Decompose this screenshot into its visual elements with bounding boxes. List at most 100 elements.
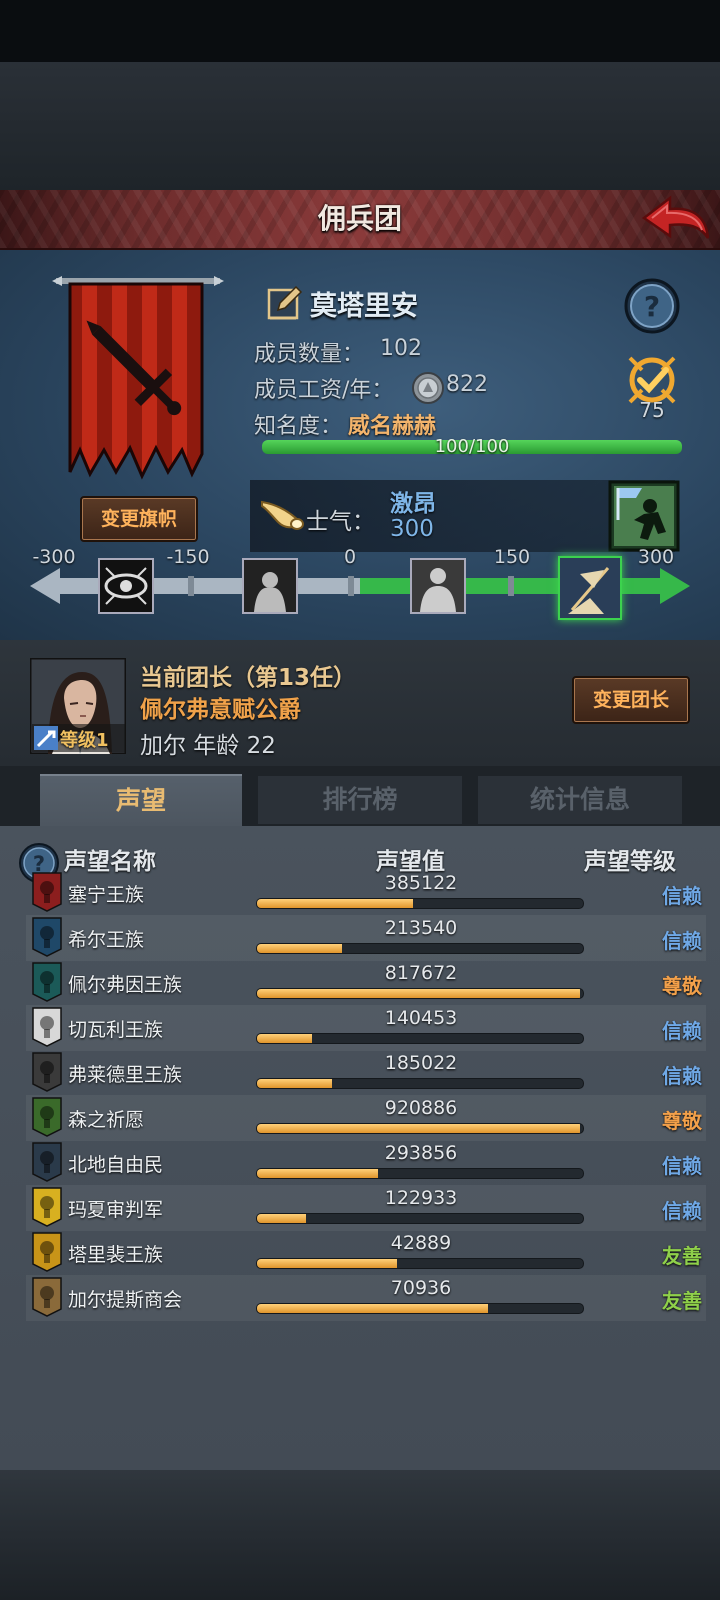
horn-icon xyxy=(260,492,304,532)
morale-tick-0: 0 xyxy=(343,546,357,568)
faction-renown-bar xyxy=(256,1303,584,1314)
faction-renown-bar-fill xyxy=(257,944,342,953)
morale-tick-neg150: -150 xyxy=(166,546,210,568)
faction-emblem-icon xyxy=(32,962,62,1002)
leader-level-badge: 等级1 xyxy=(32,724,126,752)
question-icon: ? xyxy=(624,278,680,334)
morale-level-steady-icon[interactable] xyxy=(410,558,466,614)
member-count-label: 成员数量： xyxy=(254,342,365,367)
leader-name-age: 加尔 年龄 22 xyxy=(140,733,276,759)
back-arrow-icon xyxy=(641,195,710,239)
silver-coin-icon xyxy=(412,372,444,404)
faction-renown-bar-fill xyxy=(257,1304,489,1313)
faction-renown-level: 信赖 xyxy=(662,1199,702,1223)
tab-renown[interactable]: 声望 xyxy=(40,774,242,830)
faction-row[interactable]: 森之祈愿 920886 尊敬 xyxy=(26,1095,706,1141)
tab-ranking[interactable]: 排行榜 xyxy=(258,776,462,824)
faction-row[interactable]: 希尔王族 213540 信赖 xyxy=(26,915,706,961)
faction-renown-value: 70936 xyxy=(390,1277,452,1299)
faction-renown-bar xyxy=(256,1078,584,1089)
faction-emblem-icon xyxy=(32,1007,62,1047)
back-button[interactable] xyxy=(640,194,712,244)
faction-renown-bar xyxy=(256,1123,584,1134)
morale-level-afraid-icon[interactable] xyxy=(242,558,298,614)
faction-renown-value: 185022 xyxy=(384,1052,458,1074)
faction-emblem-icon xyxy=(32,1187,62,1227)
faction-name: 塔里裴王族 xyxy=(68,1244,164,1266)
achievement-badge-value: 75 xyxy=(639,398,665,422)
faction-emblem-icon xyxy=(32,1097,62,1137)
faction-name: 森之祈愿 xyxy=(68,1109,145,1131)
faction-renown-level: 信赖 xyxy=(662,1154,702,1178)
faction-renown-level: 尊敬 xyxy=(662,1109,702,1133)
faction-renown-level: 信赖 xyxy=(662,884,702,908)
morale-value: 300 xyxy=(390,516,434,542)
faction-renown-value: 213540 xyxy=(384,917,458,939)
faction-emblem-icon xyxy=(32,1277,62,1317)
change-leader-button[interactable]: 变更团长 xyxy=(572,676,690,724)
salary-label: 成员工资/年： xyxy=(254,378,394,403)
page-title: 佣兵团 xyxy=(317,202,402,235)
faction-name: 北地自由民 xyxy=(68,1154,164,1176)
faction-name: 塞宁王族 xyxy=(68,884,145,906)
faction-row[interactable]: 玛夏审判军 122933 信赖 xyxy=(26,1185,706,1231)
faction-renown-bar-fill xyxy=(257,1169,378,1178)
faction-renown-bar-fill xyxy=(257,1034,313,1043)
faction-renown-level: 友善 xyxy=(662,1289,702,1313)
pencil-icon xyxy=(267,285,303,320)
faction-row[interactable]: 塞宁王族 385122 信赖 xyxy=(26,870,706,916)
faction-renown-bar xyxy=(256,1213,584,1224)
morale-level-inspired-icon[interactable] xyxy=(558,556,622,620)
morale-state: 激昂 xyxy=(390,491,436,517)
faction-row[interactable]: 弗莱德里王族 185022 信赖 xyxy=(26,1050,706,1096)
morale-tick-neg300: -300 xyxy=(32,546,76,568)
faction-renown-bar xyxy=(256,898,584,909)
salary-value: 822 xyxy=(446,372,488,397)
faction-renown-bar xyxy=(256,943,584,954)
title-bar: 佣兵团 xyxy=(0,190,720,251)
faction-emblem-icon xyxy=(32,1052,62,1092)
faction-emblem-icon xyxy=(32,917,62,957)
faction-row[interactable]: 佩尔弗因王族 817672 尊敬 xyxy=(26,960,706,1006)
faction-renown-bar-fill xyxy=(257,1259,398,1268)
morale-tick-150: 150 xyxy=(493,546,531,568)
faction-renown-bar-fill xyxy=(257,1124,580,1133)
leader-title: 当前团长（第13任） xyxy=(140,665,357,691)
svg-text:?: ? xyxy=(644,290,660,323)
faction-renown-value: 140453 xyxy=(384,1007,458,1029)
faction-renown-level: 信赖 xyxy=(662,1064,702,1088)
faction-renown-level: 友善 xyxy=(662,1244,702,1268)
leader-rank: 佩尔弗意赋公爵 xyxy=(140,697,301,723)
faction-name: 玛夏审判军 xyxy=(68,1199,164,1221)
faction-renown-value: 122933 xyxy=(384,1187,458,1209)
faction-name: 佩尔弗因王族 xyxy=(68,974,183,996)
help-button[interactable]: ? xyxy=(624,278,680,334)
edit-name-button[interactable] xyxy=(266,284,304,322)
faction-emblem-icon xyxy=(32,1232,62,1272)
banner-flag-icon xyxy=(52,276,224,480)
faction-renown-value: 42889 xyxy=(390,1232,452,1254)
faction-renown-level: 信赖 xyxy=(662,929,702,953)
tab-statistics[interactable]: 统计信息 xyxy=(478,776,682,824)
renown-progress-text: 100/100 xyxy=(434,436,510,457)
change-banner-button[interactable]: 变更旗帜 xyxy=(80,496,198,542)
faction-row[interactable]: 切瓦利王族 140453 信赖 xyxy=(26,1005,706,1051)
faction-renown-level: 尊敬 xyxy=(662,974,702,998)
morale-status-icon[interactable] xyxy=(608,480,680,552)
faction-name: 切瓦利王族 xyxy=(68,1019,164,1041)
faction-name: 加尔提斯商会 xyxy=(68,1289,183,1311)
faction-renown-value: 293856 xyxy=(384,1142,458,1164)
morale-scale: -300 -150 0 150 300 xyxy=(30,546,700,640)
morale-level-terrified-icon[interactable] xyxy=(98,558,154,614)
morale-label: 士气： xyxy=(306,509,375,535)
faction-renown-level: 信赖 xyxy=(662,1019,702,1043)
faction-row[interactable]: 加尔提斯商会 70936 友善 xyxy=(26,1275,706,1321)
faction-row[interactable]: 塔里裴王族 42889 友善 xyxy=(26,1230,706,1276)
bottom-backdrop xyxy=(0,1470,720,1600)
faction-renown-bar xyxy=(256,1258,584,1269)
morale-tick-300: 300 xyxy=(637,546,675,568)
mercenary-banner[interactable] xyxy=(52,276,232,486)
faction-row[interactable]: 北地自由民 293856 信赖 xyxy=(26,1140,706,1186)
faction-renown-bar-fill xyxy=(257,989,580,998)
faction-renown-bar xyxy=(256,988,584,999)
